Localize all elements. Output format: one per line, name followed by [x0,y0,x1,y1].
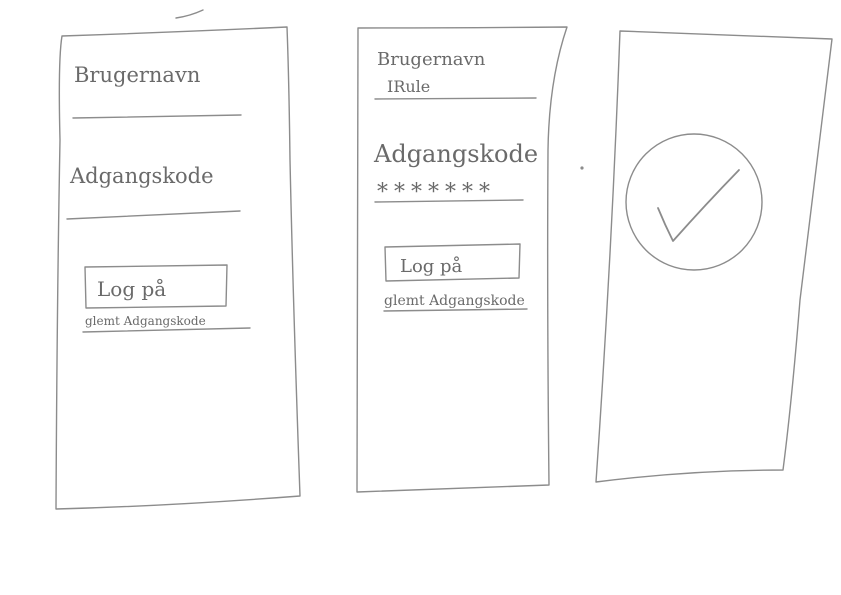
success-circle [625,133,763,271]
checkmark-icon [657,169,740,242]
username-underline-1 [72,114,242,119]
forgot-password-underline-2 [383,308,528,312]
username-value-2[interactable]: IRule [387,77,430,96]
username-label-2: Brugernavn [377,49,486,70]
password-underline-1 [66,210,241,220]
forgot-password-underline-1 [82,327,251,333]
password-label-1: Adgangskode [69,164,214,188]
phone-frame-1 [55,26,301,510]
pencil-dot [580,166,584,170]
login-button-label-1[interactable]: Log på [97,277,166,301]
login-button-label-2[interactable]: Log på [400,255,463,277]
username-label-1: Brugernavn [74,63,200,87]
forgot-password-link-2[interactable]: glemt Adgangskode [384,293,525,309]
phone-frame-3 [595,30,833,483]
password-value-2[interactable]: ******* [377,180,496,205]
password-label-2: Adgangskode [373,140,538,168]
stray-pencil-mark [175,9,204,19]
wireframe-sketch: Brugernavn Adgangskode Log på glemt Adga… [55,9,833,510]
username-underline-2 [374,97,537,100]
forgot-password-link-1[interactable]: glemt Adgangskode [85,314,206,328]
